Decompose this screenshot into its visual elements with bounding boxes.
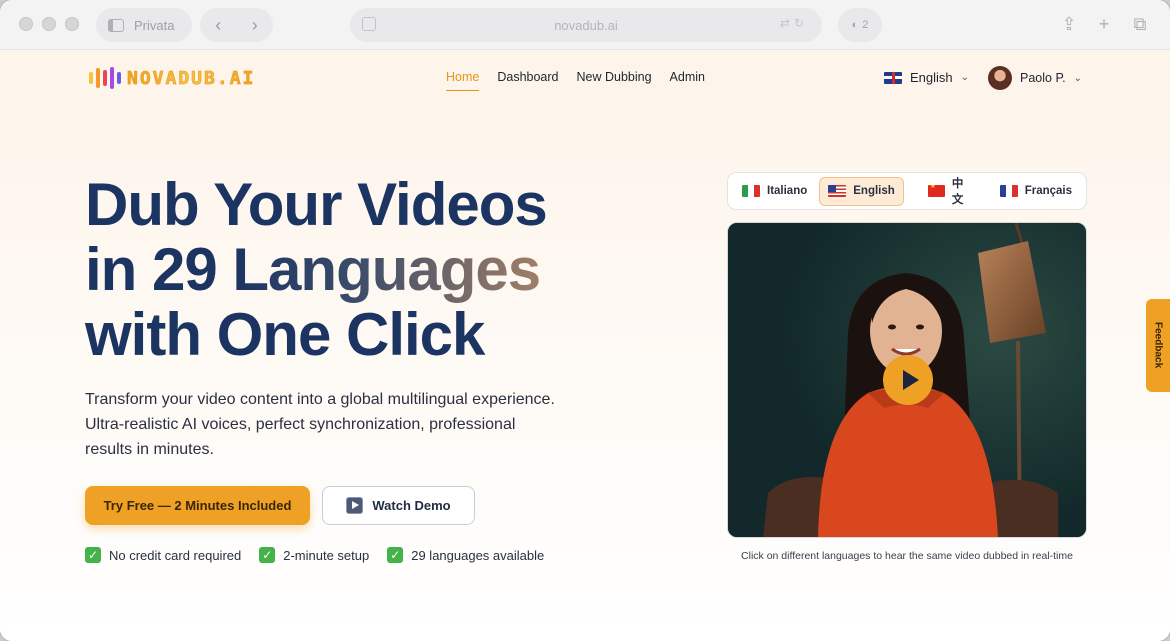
italy-flag-icon: [742, 185, 760, 197]
lang-option-francais[interactable]: Français: [992, 177, 1080, 206]
language-selector-label: English: [910, 70, 953, 85]
language-selector[interactable]: English ⌄: [884, 70, 969, 85]
address-bar[interactable]: novadub.ai ⇄↻: [350, 8, 822, 42]
lang-option-label: Français: [1024, 185, 1072, 197]
check-item: ✓ No credit card required: [85, 547, 241, 563]
hero-title: Dub Your Videos in 29 Languages with One…: [85, 172, 645, 367]
shield-icon: ◐: [851, 19, 859, 31]
private-tab-button[interactable]: Privata: [96, 8, 192, 42]
watch-demo-label: Watch Demo: [372, 498, 451, 513]
history-nav: ‹ ›: [200, 8, 273, 42]
tab-overview-icon[interactable]: ⧉: [1130, 14, 1150, 34]
lang-option-chinese[interactable]: 中文: [920, 177, 982, 206]
hero-title-line2a: in 29: [85, 236, 233, 303]
nav-new-dubbing[interactable]: New Dubbing: [577, 70, 652, 91]
check-label: 2-minute setup: [283, 547, 370, 563]
close-window-button[interactable]: [19, 17, 33, 31]
nav-admin[interactable]: Admin: [670, 70, 705, 91]
watch-demo-button[interactable]: Watch Demo: [322, 486, 475, 525]
back-arrow-icon[interactable]: ‹: [203, 15, 233, 36]
checkmark-icon: ✓: [387, 547, 404, 563]
checkmark-icon: ✓: [259, 547, 276, 563]
demo-video-player[interactable]: [727, 222, 1087, 538]
sidebar-icon: [108, 18, 124, 32]
lang-option-label: 中文: [951, 178, 964, 206]
hero-title-line1: Dub Your Videos: [85, 171, 548, 238]
browser-window: Privata ‹ › novadub.ai ⇄↻ ◐ 2 ⇪ + ⧉ NOVA…: [0, 0, 1170, 641]
lang-option-label: English: [853, 185, 895, 197]
shield-count: 2: [862, 19, 869, 31]
lang-option-label: Italiano: [767, 185, 808, 197]
try-free-button[interactable]: Try Free — 2 Minutes Included: [85, 486, 310, 525]
new-tab-icon[interactable]: +: [1094, 14, 1114, 34]
check-item: ✓ 2-minute setup: [259, 547, 369, 563]
page-menu-icon[interactable]: [362, 17, 376, 31]
privacy-report-button[interactable]: ◐ 2: [838, 8, 882, 42]
private-tab-label: Privata: [134, 17, 175, 33]
china-flag-icon: [927, 185, 945, 197]
check-label: No credit card required: [109, 547, 242, 563]
logo-text: NOVADUB.AI: [127, 67, 256, 89]
checkmark-icon: ✓: [85, 547, 101, 563]
lang-option-english[interactable]: English: [819, 176, 904, 206]
nav-dashboard[interactable]: Dashboard: [497, 70, 558, 91]
minimize-window-button[interactable]: [42, 17, 56, 31]
forward-arrow-icon[interactable]: ›: [240, 15, 270, 36]
feedback-tab[interactable]: Feedback: [1146, 299, 1170, 392]
main-nav: Home Dashboard New Dubbing Admin: [446, 70, 705, 91]
user-name: Paolo P.: [1020, 71, 1066, 85]
page-content: NOVADUB.AI Home Dashboard New Dubbing Ad…: [0, 50, 1170, 641]
demo-language-switcher: Italiano English 中文 Français: [727, 172, 1087, 210]
hero-title-line3: with One Click: [85, 301, 485, 368]
avatar: [988, 66, 1012, 90]
uk-flag-icon: [884, 71, 902, 84]
hero-subtitle: Transform your video content into a glob…: [85, 391, 555, 458]
url-text: novadub.ai: [554, 17, 618, 33]
play-button[interactable]: [883, 355, 933, 405]
feedback-label: Feedback: [1152, 322, 1164, 369]
logo-waveform-icon: [89, 67, 121, 89]
site-logo[interactable]: NOVADUB.AI: [89, 67, 255, 89]
user-menu[interactable]: Paolo P. ⌄: [988, 66, 1082, 90]
zoom-window-button[interactable]: [65, 17, 79, 31]
lang-option-italiano[interactable]: Italiano: [734, 177, 815, 206]
share-icon[interactable]: ⇪: [1059, 14, 1079, 34]
us-flag-icon: [828, 185, 847, 197]
chevron-down-icon: ⌄: [960, 72, 970, 83]
check-label: 29 languages available: [411, 547, 545, 563]
play-icon: [346, 497, 364, 514]
chevron-down-icon: ⌄: [1073, 72, 1083, 84]
hero-title-highlight: Languages: [232, 236, 541, 303]
nav-home[interactable]: Home: [446, 70, 480, 91]
translate-reload-icon[interactable]: ⇄↻: [780, 16, 808, 30]
browser-toolbar: Privata ‹ › novadub.ai ⇄↻ ◐ 2 ⇪ + ⧉: [0, 0, 1170, 50]
video-caption: Click on different languages to hear the…: [741, 550, 1073, 562]
france-flag-icon: [999, 185, 1018, 197]
feature-checklist: ✓ No credit card required ✓ 2-minute set…: [85, 547, 544, 563]
check-item: ✓ 29 languages available: [387, 547, 544, 563]
